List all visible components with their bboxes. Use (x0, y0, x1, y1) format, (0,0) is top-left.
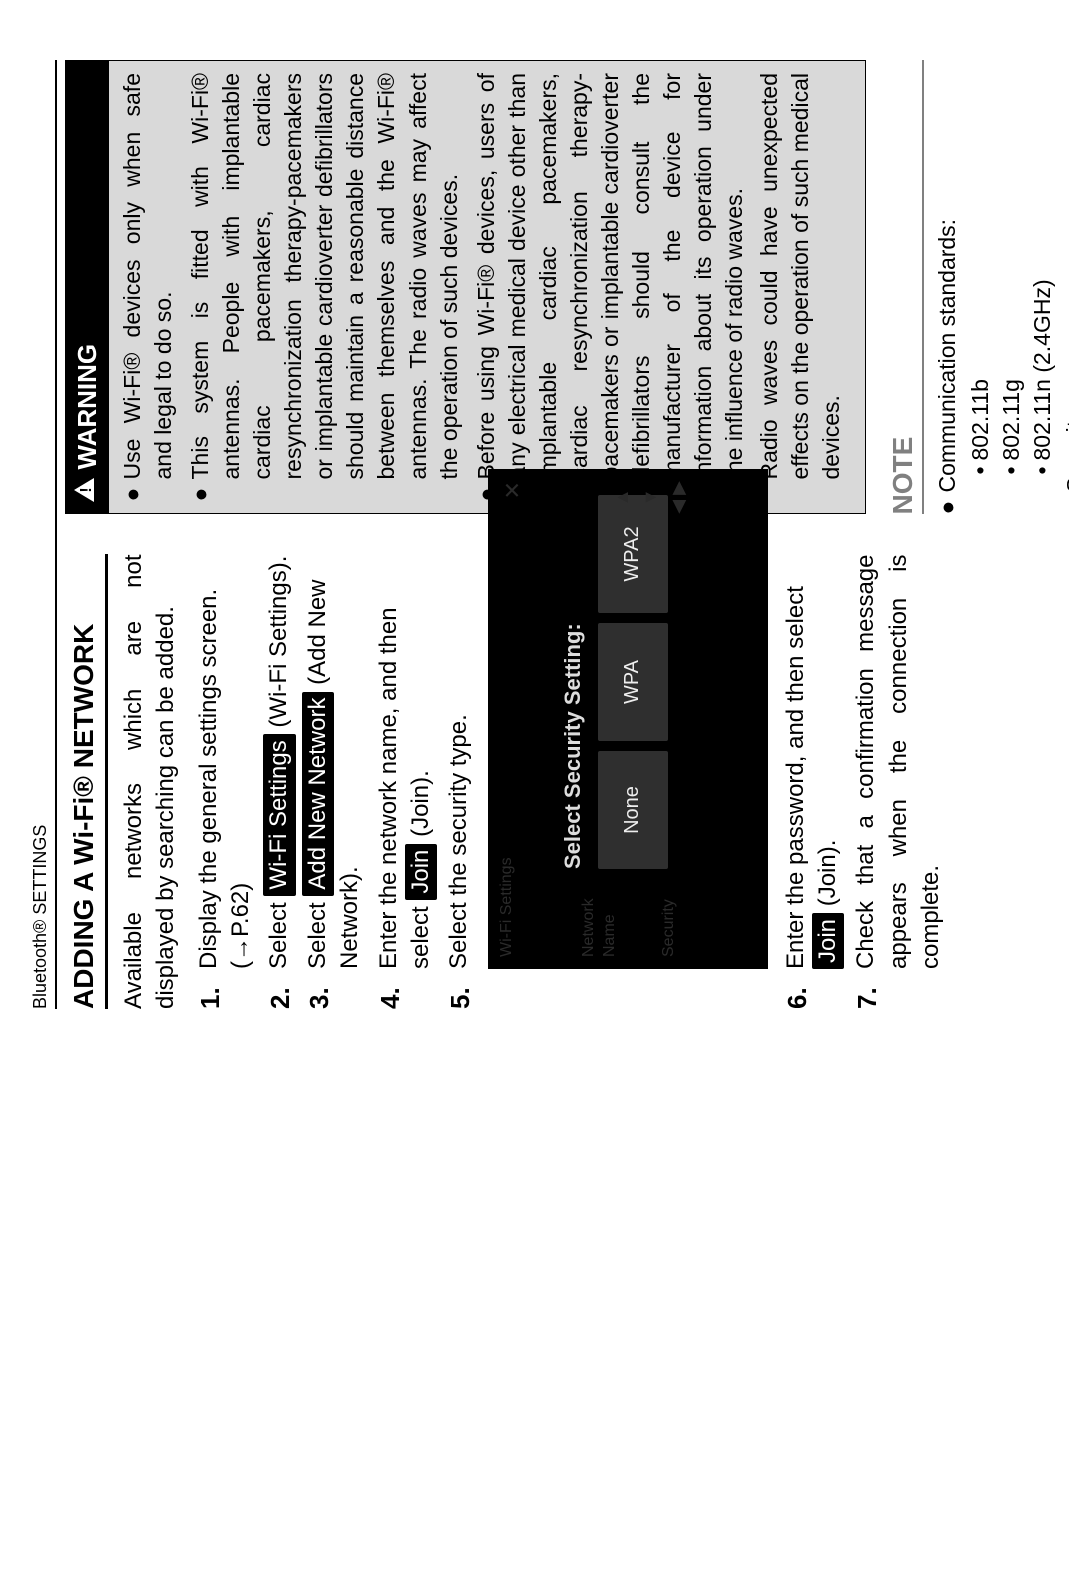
step-5: Select the security type. (443, 555, 475, 1010)
wifi-settings-pill: Wi-Fi Settings (263, 734, 295, 895)
top-rule (55, 60, 57, 1009)
add-new-network-pill: Add New Network (302, 692, 334, 896)
step-1: Display the general settings screen. (→P… (193, 555, 258, 1010)
mock-security-label: Security (658, 899, 680, 957)
mock-dialog-title: Select Security Setting: (558, 499, 588, 869)
warning-bullet-2: This system is fitted with Wi-Fi® antenn… (185, 73, 464, 502)
step-5-text: Select the security type. (445, 714, 472, 969)
warning-title: WARNING (70, 344, 105, 470)
step-1-text: Display the general settings screen. (→P… (195, 589, 254, 969)
note-comm-3: 802.11n (2.4GHz) (1027, 60, 1058, 475)
intro-text: Available networks which are not display… (118, 555, 183, 1010)
step-6-post: (Join). (814, 840, 841, 913)
note-list: Communication standards: 802.11b 802.11g… (932, 60, 1069, 515)
step-4: Enter the network name, and then select … (373, 555, 438, 1010)
step-7-text: Check that a confirmation message appear… (852, 555, 944, 970)
mock-button-row: None WPA WPA2 (598, 495, 668, 869)
note-comm-2: 802.11g (996, 60, 1027, 475)
note-sec-label: Security: (1062, 403, 1069, 492)
section-title: ADDING A Wi-Fi® NETWORK (65, 555, 108, 1010)
mock-header-faint: Wi-Fi Settings (496, 857, 518, 957)
steps-list-cont: Enter the password, and then select Join… (780, 555, 948, 1010)
warning-bullet-3-main: Before using Wi-Fi® devices, users of an… (473, 73, 747, 480)
right-column: ! WARNING Use Wi-Fi® devices only when s… (65, 60, 1069, 515)
step-3-pre: Select (304, 896, 331, 969)
note-title: NOTE (884, 60, 924, 515)
svg-text:!: ! (78, 488, 95, 493)
note-comm-label: Communication standards: (934, 219, 960, 493)
step-4-post: (Join). (407, 770, 434, 843)
step-3: Select Add New Network (Add New Network)… (302, 555, 367, 1010)
step-6: Enter the password, and then select Join… (780, 555, 845, 1010)
note-comm-1: 802.11b (965, 60, 996, 475)
join-pill-1: Join (405, 844, 437, 900)
warning-header: ! WARNING (66, 61, 109, 514)
step-2-post: (Wi-Fi Settings). (265, 556, 292, 735)
security-dialog-screenshot: Wi-Fi Settings ✕ Network Name Security S… (488, 469, 768, 969)
left-column: ADDING A Wi-Fi® NETWORK Available networ… (65, 555, 1069, 1010)
warning-bullet-3: Before using Wi-Fi® devices, users of an… (471, 73, 848, 502)
breadcrumb: Bluetooth® SETTINGS (30, 60, 51, 1009)
mock-wpa-button[interactable]: WPA (598, 623, 668, 741)
join-pill-2: Join (812, 913, 844, 969)
step-7: Check that a confirmation message appear… (850, 555, 947, 1010)
mock-network-name-label: Network Name (578, 898, 621, 957)
warning-body: Use Wi-Fi® devices only when safe and le… (109, 61, 865, 514)
steps-list: Display the general settings screen. (→P… (193, 555, 476, 1010)
warning-icon: ! (70, 478, 105, 504)
step-2: Select Wi-Fi Settings (Wi-Fi Settings). (263, 555, 295, 1010)
warning-box: ! WARNING Use Wi-Fi® devices only when s… (65, 60, 866, 515)
mock-none-button[interactable]: None (598, 751, 668, 869)
warning-bullet-1: Use Wi-Fi® devices only when safe and le… (117, 73, 179, 502)
step-2-pre: Select (265, 896, 292, 969)
note-security: Security: WPA™ WPA2™ (1060, 60, 1069, 515)
note-comm-standards: Communication standards: 802.11b 802.11g… (932, 60, 1058, 515)
warning-bullet-3-tail: Radio waves could have unexpected effect… (754, 73, 847, 480)
step-6-pre: Enter the password, and then select (782, 586, 809, 969)
